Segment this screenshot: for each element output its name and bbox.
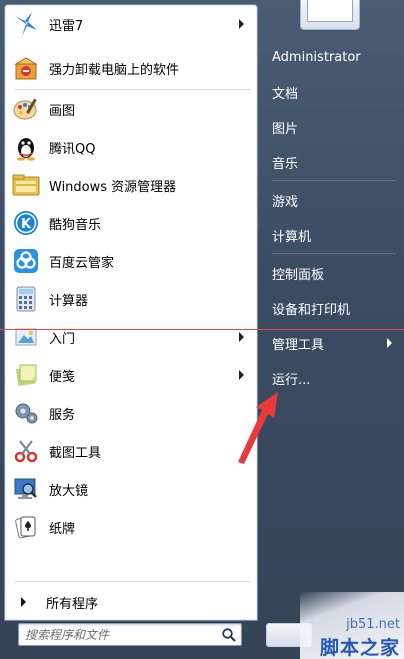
user-picture-frame bbox=[307, 0, 353, 22]
program-qq[interactable]: 腾讯QQ bbox=[10, 129, 254, 165]
divider bbox=[272, 253, 396, 254]
right-item-devices-printers[interactable]: 设备和打印机 bbox=[264, 294, 402, 322]
program-baidu-guard[interactable]: 百度云管家 bbox=[10, 243, 254, 279]
paint-palette-icon bbox=[10, 93, 42, 125]
divider bbox=[15, 581, 251, 582]
all-programs-button[interactable]: 所有程序 bbox=[15, 590, 251, 614]
services-gear-icon bbox=[10, 397, 42, 429]
user-picture[interactable] bbox=[300, 0, 360, 30]
program-explorer[interactable]: Windows 资源管理器 bbox=[10, 167, 254, 203]
qq-penguin-icon bbox=[10, 131, 42, 163]
sticky-notes-icon bbox=[10, 359, 42, 391]
search-input[interactable] bbox=[25, 625, 215, 644]
getting-started-icon bbox=[10, 321, 42, 353]
program-sticky-notes[interactable]: 便笺 bbox=[10, 357, 254, 393]
right-item-admin-tools[interactable]: 管理工具 bbox=[264, 329, 402, 357]
uninstall-package-icon bbox=[10, 52, 42, 84]
program-services[interactable]: 服务 bbox=[10, 395, 254, 431]
start-menu-left-pane: 迅雷7 强力卸载电脑上的软件 画图 腾讯QQ Windows 资源管理器 K 酷… bbox=[4, 4, 258, 621]
program-kugou[interactable]: K 酷狗音乐 bbox=[10, 205, 254, 241]
expand-arrow-icon bbox=[21, 597, 26, 607]
divider bbox=[15, 89, 251, 90]
svg-text:K: K bbox=[21, 217, 32, 232]
right-item-games[interactable]: 游戏 bbox=[264, 186, 402, 214]
right-item-pictures[interactable]: 图片 bbox=[264, 113, 402, 141]
magnifier-icon bbox=[10, 473, 42, 505]
program-calculator[interactable]: 计算器 bbox=[10, 281, 254, 317]
snipping-scissors-icon bbox=[10, 435, 42, 467]
submenu-arrow-icon bbox=[239, 332, 244, 342]
right-item-administrator[interactable]: Administrator bbox=[264, 43, 402, 71]
right-item-music[interactable]: 音乐 bbox=[264, 148, 402, 176]
watermark-site: jb51.net bbox=[346, 617, 400, 632]
watermark-name: 脚本之家 bbox=[319, 637, 400, 659]
playing-cards-icon bbox=[10, 511, 42, 543]
submenu-arrow-icon bbox=[387, 338, 392, 348]
annotation-arrow-icon bbox=[238, 392, 278, 464]
program-magnifier[interactable]: 放大镜 bbox=[10, 471, 254, 507]
program-xunlei[interactable]: 迅雷7 bbox=[10, 6, 254, 42]
program-uninstall[interactable]: 强力卸载电脑上的软件 bbox=[10, 50, 254, 86]
program-snipping-tool[interactable]: 截图工具 bbox=[10, 433, 254, 469]
calculator-icon bbox=[10, 283, 42, 315]
search-icon[interactable] bbox=[221, 627, 237, 643]
folder-explorer-icon bbox=[10, 169, 42, 201]
baidu-cloud-guard-icon bbox=[10, 245, 42, 277]
submenu-arrow-icon bbox=[239, 370, 244, 380]
right-item-documents[interactable]: 文档 bbox=[264, 78, 402, 106]
program-getting-started[interactable]: 入门 bbox=[10, 319, 254, 355]
kugou-music-icon: K bbox=[10, 207, 42, 239]
right-item-computer[interactable]: 计算机 bbox=[264, 221, 402, 249]
program-solitaire[interactable]: 纸牌 bbox=[10, 509, 254, 545]
submenu-arrow-icon bbox=[239, 19, 244, 29]
divider bbox=[272, 180, 396, 181]
right-item-control-panel[interactable]: 控制面板 bbox=[264, 259, 402, 287]
right-item-run[interactable]: 运行... bbox=[264, 364, 402, 392]
search-box[interactable] bbox=[18, 623, 242, 646]
xunlei-bird-icon bbox=[10, 8, 42, 40]
annotation-red-line bbox=[0, 329, 404, 330]
program-paint[interactable]: 画图 bbox=[10, 91, 254, 127]
